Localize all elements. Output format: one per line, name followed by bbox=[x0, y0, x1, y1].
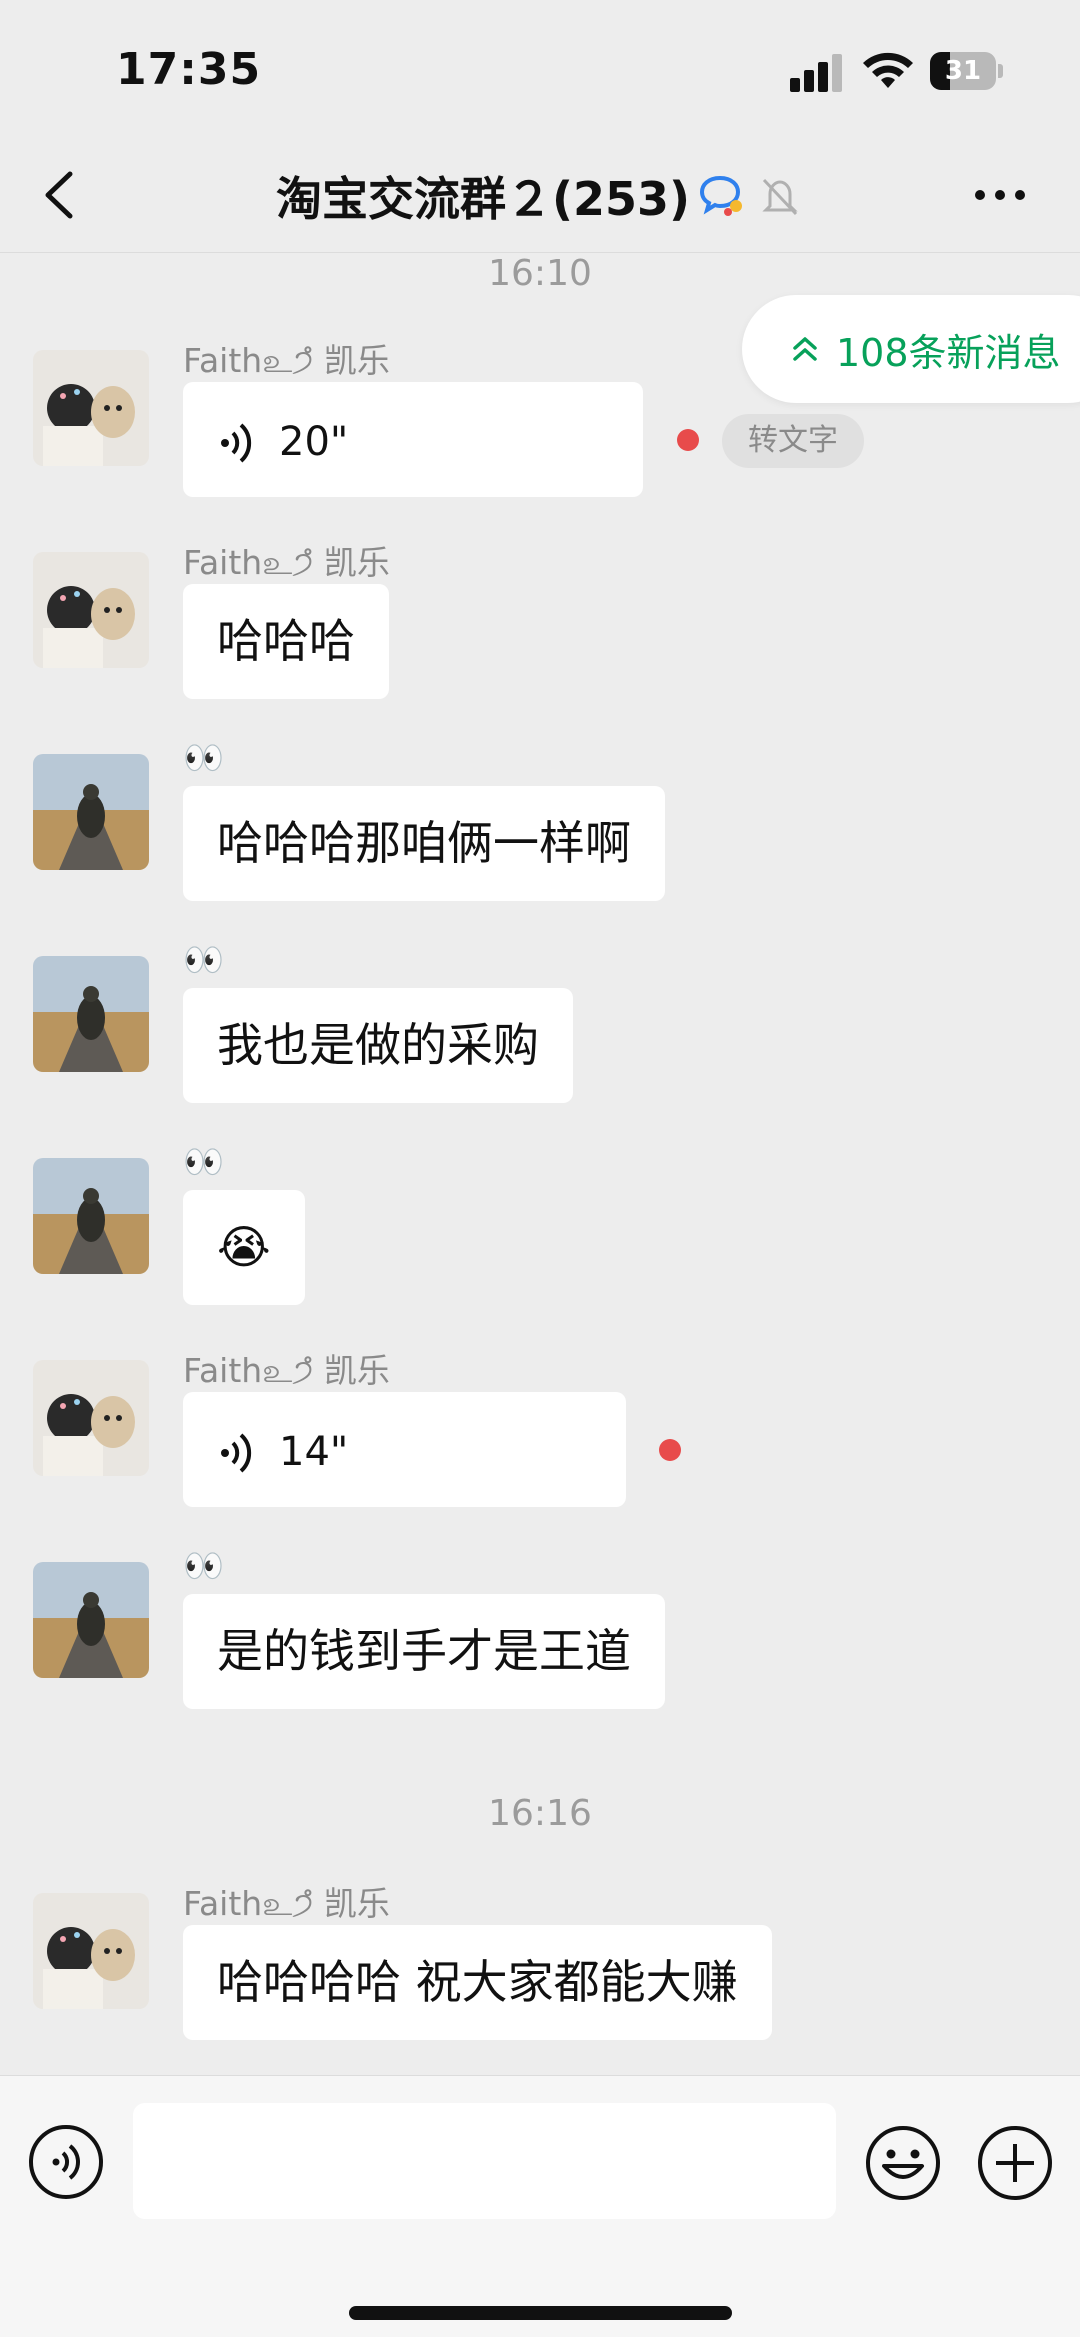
unread-dot bbox=[677, 429, 699, 451]
mute-bell-icon bbox=[762, 178, 798, 216]
sender-name: 👀 bbox=[183, 738, 225, 777]
text-message-bubble[interactable]: 哈哈哈 bbox=[183, 584, 389, 699]
text-message-bubble[interactable]: 是的钱到手才是王道 bbox=[183, 1594, 665, 1709]
unread-dot bbox=[659, 1439, 681, 1461]
sender-name: 👀 bbox=[183, 940, 225, 979]
status-bar: 17:35 31 bbox=[0, 0, 1080, 140]
sender-name: 👀 bbox=[183, 1142, 225, 1181]
avatar[interactable] bbox=[33, 350, 149, 466]
timestamp: 16:16 bbox=[488, 1793, 592, 1834]
voice-message-bubble[interactable]: 14" bbox=[183, 1392, 626, 1507]
voice-wave-icon bbox=[221, 423, 252, 462]
avatar[interactable] bbox=[33, 1158, 149, 1274]
input-bar bbox=[0, 2075, 1080, 2337]
convert-to-text-button[interactable]: 转文字 bbox=[722, 414, 864, 468]
cellular-signal-icon bbox=[790, 52, 842, 92]
sender-name: 👀 bbox=[183, 1546, 225, 1585]
avatar[interactable] bbox=[33, 1360, 149, 1476]
voice-duration: 20" bbox=[279, 419, 349, 465]
home-indicator bbox=[349, 2306, 732, 2320]
text-message-bubble[interactable]: 哈哈哈哈 祝大家都能大赚 bbox=[183, 1925, 772, 2040]
avatar[interactable] bbox=[33, 552, 149, 668]
avatar[interactable] bbox=[33, 1893, 149, 2009]
group-chat-icon bbox=[700, 175, 743, 216]
emoji-icon[interactable] bbox=[864, 2124, 942, 2202]
text-message-bubble[interactable]: 我也是做的采购 bbox=[183, 988, 573, 1103]
avatar[interactable] bbox=[33, 754, 149, 870]
voice-duration: 14" bbox=[279, 1429, 349, 1475]
nav-bar: 淘宝交流群２(253) bbox=[0, 140, 1080, 253]
voice-mode-icon[interactable] bbox=[28, 2124, 104, 2200]
sender-name: Faithஉ੭̊ 凯乐 bbox=[183, 543, 390, 582]
sender-name: Faithஉ੭̊ 凯乐 bbox=[183, 341, 390, 380]
message-list[interactable]: 16:10 Faithஉ੭̊ 凯乐 20" 转文字 Faithஉ੭̊ 凯乐 哈哈… bbox=[0, 253, 1080, 2075]
wifi-icon bbox=[863, 52, 913, 88]
message-input[interactable] bbox=[133, 2103, 836, 2219]
sender-name: Faithஉ੭̊ 凯乐 bbox=[183, 1884, 390, 1923]
chat-title[interactable]: 淘宝交流群２(253) bbox=[276, 163, 690, 229]
timestamp: 16:10 bbox=[488, 253, 592, 294]
new-messages-label: 108条新消息 bbox=[836, 330, 1061, 375]
new-messages-button[interactable]: 108条新消息 bbox=[742, 295, 1080, 403]
voice-wave-icon bbox=[221, 1433, 252, 1472]
status-time: 17:35 bbox=[116, 44, 262, 95]
battery-level: 31 bbox=[944, 56, 982, 86]
sender-name: Faithஉ੭̊ 凯乐 bbox=[183, 1351, 390, 1390]
text-message-bubble[interactable]: 哈哈哈那咱俩一样啊 bbox=[183, 786, 665, 901]
avatar[interactable] bbox=[33, 1562, 149, 1678]
battery-icon: 31 bbox=[930, 52, 1004, 90]
more-dots-icon[interactable] bbox=[970, 170, 1030, 220]
avatar[interactable] bbox=[33, 956, 149, 1072]
chat-screen: 17:35 31 淘宝交流群２(253) 16:10 Faithஉ੭̊ 凯乐 2… bbox=[0, 0, 1080, 2337]
plus-icon[interactable] bbox=[976, 2124, 1054, 2202]
voice-message-bubble[interactable]: 20" bbox=[183, 382, 643, 497]
emoji-message-bubble[interactable]: 😭 bbox=[183, 1190, 305, 1305]
double-chevron-up-icon bbox=[793, 337, 817, 361]
